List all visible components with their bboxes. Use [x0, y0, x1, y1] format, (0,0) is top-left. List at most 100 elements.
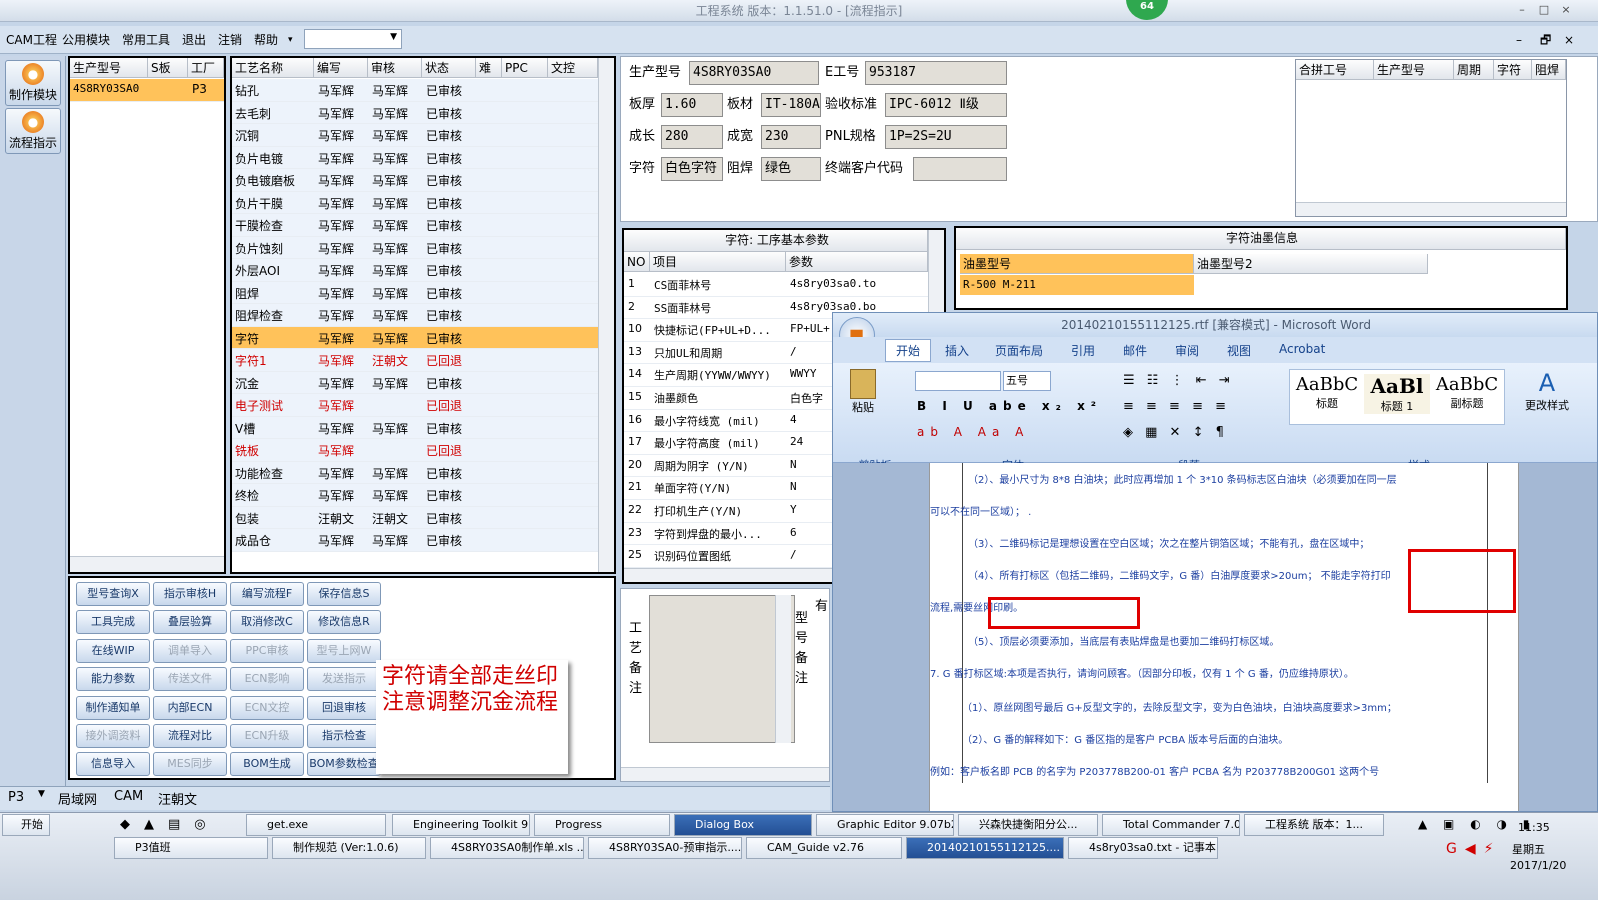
process-row[interactable]: V槽 马军辉 马军辉 已审核 — [232, 416, 598, 439]
child-minimize[interactable]: – — [1516, 31, 1522, 49]
process-row[interactable]: 去毛刺 马军辉 马军辉 已审核 — [232, 101, 598, 124]
process-row[interactable]: 字符 马军辉 马军辉 已审核 — [232, 326, 598, 349]
list-buttons[interactable]: ☰ ☷ ⋮ ⇤ ⇥ — [1123, 373, 1234, 388]
action-button[interactable]: 传送文件 — [153, 667, 227, 692]
col-ppc[interactable]: PPC — [502, 58, 548, 78]
action-button[interactable]: ECN影响 — [230, 667, 304, 692]
action-button[interactable]: 信息导入 — [76, 752, 150, 777]
action-button[interactable]: 编写流程F — [230, 582, 304, 606]
minimize-button[interactable]: – — [1514, 3, 1530, 17]
col-no[interactable]: NO — [624, 252, 650, 272]
font-color-buttons[interactable]: ab A Aa A — [917, 425, 1029, 439]
action-button[interactable]: 叠层验算 — [153, 610, 227, 635]
col-ink-model[interactable]: 油墨型号 — [960, 254, 1194, 274]
action-button[interactable]: PPC审核 — [230, 638, 304, 663]
taskbar-button[interactable]: 20140210155112125.... — [906, 837, 1064, 859]
taskbar-button[interactable]: Graphic Editor 9.07b2... — [816, 814, 954, 836]
process-row[interactable]: 沉金 马军辉 马军辉 已审核 — [232, 371, 598, 394]
taskbar-button[interactable]: Engineering Toolkit 9.... — [392, 814, 530, 836]
col-ink-model2[interactable]: 油墨型号2 — [1194, 254, 1428, 274]
action-button[interactable]: 工具完成 — [76, 610, 150, 635]
menu-cam[interactable]: CAM工程 — [6, 31, 57, 49]
styles-gallery[interactable]: AaBbC 标题 AaBl 标题 1 AaBbC 副标题 — [1289, 369, 1505, 425]
process-row[interactable]: 负片蚀刻 马军辉 马军辉 已审核 — [232, 236, 598, 259]
taskbar-button[interactable]: Dialog Box — [674, 814, 812, 836]
col-model[interactable]: 生产型号 — [70, 58, 148, 78]
col-status[interactable]: 状态 — [422, 58, 476, 78]
style-heading1[interactable]: AaBl 标题 1 — [1364, 374, 1430, 414]
action-button[interactable]: BOM参数检查 — [307, 752, 381, 777]
taskbar-button[interactable]: 4S8RY03SA0-预审指示.... — [588, 837, 742, 859]
action-button[interactable]: 指示审核H — [153, 582, 227, 606]
action-button[interactable]: 调单导入 — [153, 638, 227, 663]
taskbar-button[interactable]: get.exe — [246, 814, 386, 836]
menu-help-arrow[interactable]: ▾ — [288, 31, 293, 49]
action-button[interactable]: 发送指示 — [307, 667, 381, 692]
taskbar-button[interactable]: 工程系统 版本：1... — [1244, 814, 1384, 836]
align-buttons[interactable]: ≡ ≡ ≡ ≡ ≡ — [1123, 399, 1230, 414]
menu-exit[interactable]: 退出 — [182, 31, 206, 49]
action-button[interactable]: 制作通知单 — [76, 695, 150, 720]
menu-logout[interactable]: 注销 — [218, 31, 242, 49]
col-merge-cycle[interactable]: 周期 — [1454, 60, 1494, 80]
menu-public[interactable]: 公用模块 — [62, 31, 110, 49]
font-format-buttons[interactable]: B I U abe x₂ x² — [917, 399, 1102, 413]
tab-mailings[interactable]: 邮件 — [1123, 342, 1147, 359]
col-difficulty[interactable]: 难 — [476, 58, 502, 78]
action-button[interactable]: 指示检查 — [307, 724, 381, 748]
close-button[interactable]: × — [1558, 3, 1574, 17]
action-button[interactable]: MES同步 — [153, 752, 227, 777]
maximize-button[interactable]: □ — [1536, 3, 1552, 17]
action-button[interactable]: 型号查询X — [76, 582, 150, 606]
taskbar-button[interactable]: P3值班 — [114, 837, 268, 859]
remark-vscrollbar[interactable] — [775, 595, 791, 743]
status-p3[interactable]: P3 — [8, 790, 24, 805]
menu-help[interactable]: 帮助 — [254, 31, 278, 49]
process-row[interactable]: 成品仓 马军辉 马军辉 已审核 — [232, 529, 598, 552]
col-merge-id[interactable]: 合拼工号 — [1296, 60, 1374, 80]
start-button[interactable]: 开始 — [2, 814, 50, 836]
child-restore[interactable]: 🗗 — [1540, 31, 1551, 49]
chevron-down-icon[interactable]: ▼ — [38, 789, 45, 799]
tab-layout[interactable]: 页面布局 — [995, 342, 1043, 359]
action-button[interactable]: 流程对比 — [153, 724, 227, 748]
action-button[interactable]: 型号上网W — [307, 638, 381, 663]
tab-acrobat[interactable]: Acrobat — [1279, 342, 1325, 356]
tab-home[interactable]: 开始 — [885, 339, 932, 362]
taskbar-button[interactable]: CAM_Guide v2.76 — [746, 837, 902, 859]
process-remark-text[interactable] — [649, 595, 795, 743]
process-row[interactable]: 负片电镀 马军辉 马军辉 已审核 — [232, 146, 598, 169]
process-row[interactable]: 包装 汪朝文 汪朝文 已审核 — [232, 506, 598, 529]
change-styles-button[interactable]: A 更改样式 — [1517, 369, 1577, 413]
taskbar-button[interactable]: 制作规范 (Ver:1.0.6) — [272, 837, 426, 859]
taskbar-button[interactable]: Total Commander 7.0... — [1102, 814, 1240, 836]
process-row[interactable]: 阻焊 马军辉 马军辉 已审核 — [232, 281, 598, 304]
process-guide-button[interactable]: ● 流程指示 — [5, 108, 61, 154]
font-size-select[interactable]: 五号 — [1003, 371, 1051, 391]
process-row[interactable]: 阻焊检查 马军辉 马军辉 已审核 — [232, 304, 598, 327]
action-button[interactable]: 能力参数 — [76, 667, 150, 692]
col-param[interactable]: 参数 — [786, 252, 928, 272]
col-process[interactable]: 工艺名称 — [232, 58, 314, 78]
col-reviewer[interactable]: 审核 — [368, 58, 422, 78]
action-button[interactable]: 接外调资料 — [76, 724, 150, 748]
paste-button[interactable]: 粘贴 — [843, 369, 883, 425]
tab-view[interactable]: 视图 — [1227, 342, 1251, 359]
action-button[interactable]: 修改信息R — [307, 610, 381, 635]
process-row[interactable]: 电子测试 马军辉 已回退 — [232, 394, 598, 417]
shading-buttons[interactable]: ◈ ▦ ✕ ↕ ¶ — [1123, 425, 1228, 440]
model-row[interactable]: 4S8RY03SA0 P3 — [70, 79, 224, 102]
process-row[interactable]: 字符1 马军辉 汪朝文 已回退 — [232, 349, 598, 372]
action-button[interactable]: BOM生成 — [230, 752, 304, 777]
process-row[interactable]: 功能检查 马军辉 马军辉 已审核 — [232, 461, 598, 484]
col-doc[interactable]: 文控 — [548, 58, 598, 78]
col-s[interactable]: S板 — [148, 58, 188, 78]
process-row[interactable]: 钻孔 马军辉 马军辉 已审核 — [232, 79, 598, 102]
process-row[interactable]: 负片干膜 马军辉 马军辉 已审核 — [232, 191, 598, 214]
col-merge-model[interactable]: 生产型号 — [1374, 60, 1454, 80]
word-document-page[interactable]: （2）、最小尺寸为 8*8 白油块；此时应再增加 1 个 3*10 条码标志区白… — [929, 463, 1519, 811]
process-vscrollbar[interactable] — [598, 58, 614, 572]
param-row[interactable]: 1 CS面菲林号 4s8ry03sa0.to — [624, 274, 928, 297]
col-item[interactable]: 项目 — [650, 252, 786, 272]
process-row[interactable]: 终检 马军辉 马军辉 已审核 — [232, 484, 598, 507]
